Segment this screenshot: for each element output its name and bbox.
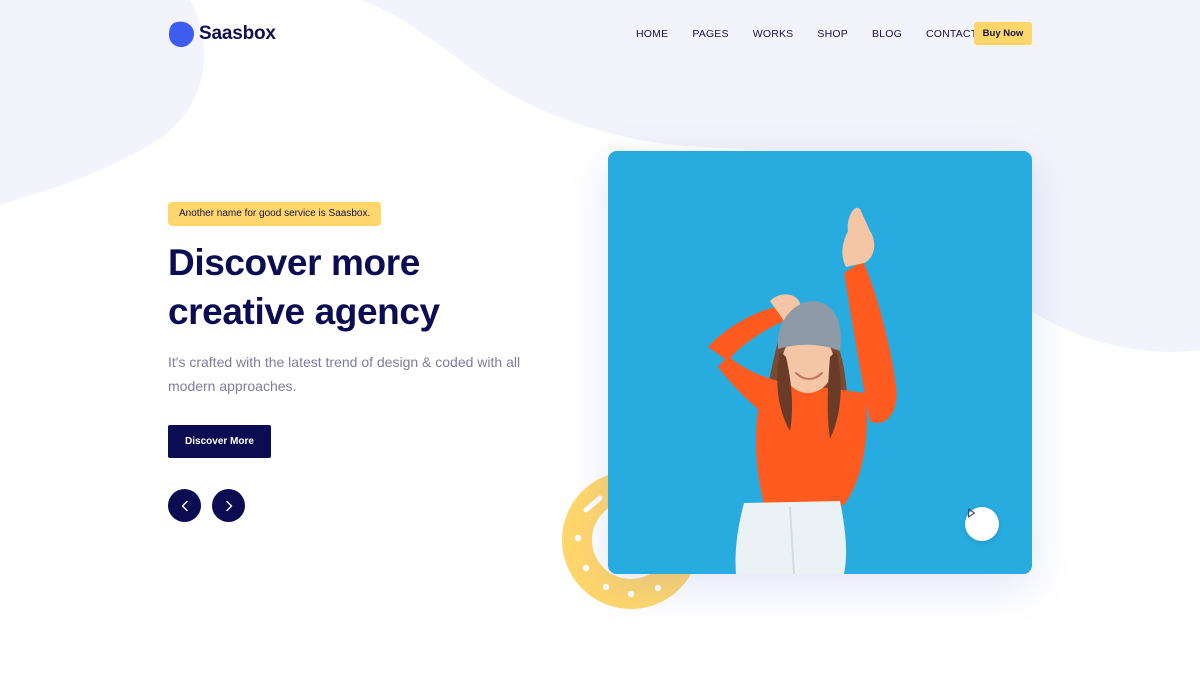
nav-item-pages[interactable]: PAGES — [692, 28, 728, 40]
nav-item-home[interactable]: HOME — [636, 28, 668, 40]
brand-name: Saasbox — [199, 23, 276, 44]
chevron-right-icon — [225, 500, 232, 511]
buy-now-button[interactable]: Buy Now — [974, 22, 1032, 45]
discover-more-button[interactable]: Discover More — [168, 425, 271, 458]
hero-image — [608, 151, 1032, 574]
nav-item-blog[interactable]: BLOG — [872, 28, 902, 40]
slider-next-button[interactable] — [212, 489, 245, 522]
hero-title-line-1: Discover more — [168, 242, 420, 283]
play-video-button[interactable] — [965, 507, 999, 541]
chevron-left-icon — [181, 500, 188, 511]
brand-logo-icon — [169, 21, 194, 48]
hero-badge: Another name for good service is Saasbox… — [168, 202, 382, 226]
nav-item-contact[interactable]: CONTACT — [926, 28, 977, 40]
nav-item-works[interactable]: WORKS — [753, 28, 794, 40]
hero-subtitle: It's crafted with the latest trend of de… — [168, 354, 521, 394]
nav-item-shop[interactable]: SHOP — [817, 28, 848, 40]
hero-title: Discover more creative agency — [168, 238, 588, 336]
play-icon — [967, 508, 976, 518]
main-nav: HOME PAGES WORKS SHOP BLOG CONTACT — [620, 22, 1001, 46]
slider-prev-button[interactable] — [168, 489, 201, 522]
hero-title-line-2: creative agency — [168, 291, 440, 332]
landing-page: Saasbox HOME PAGES WORKS SHOP BLOG CONTA… — [0, 0, 1200, 674]
brand-logo[interactable]: Saasbox — [168, 20, 276, 48]
